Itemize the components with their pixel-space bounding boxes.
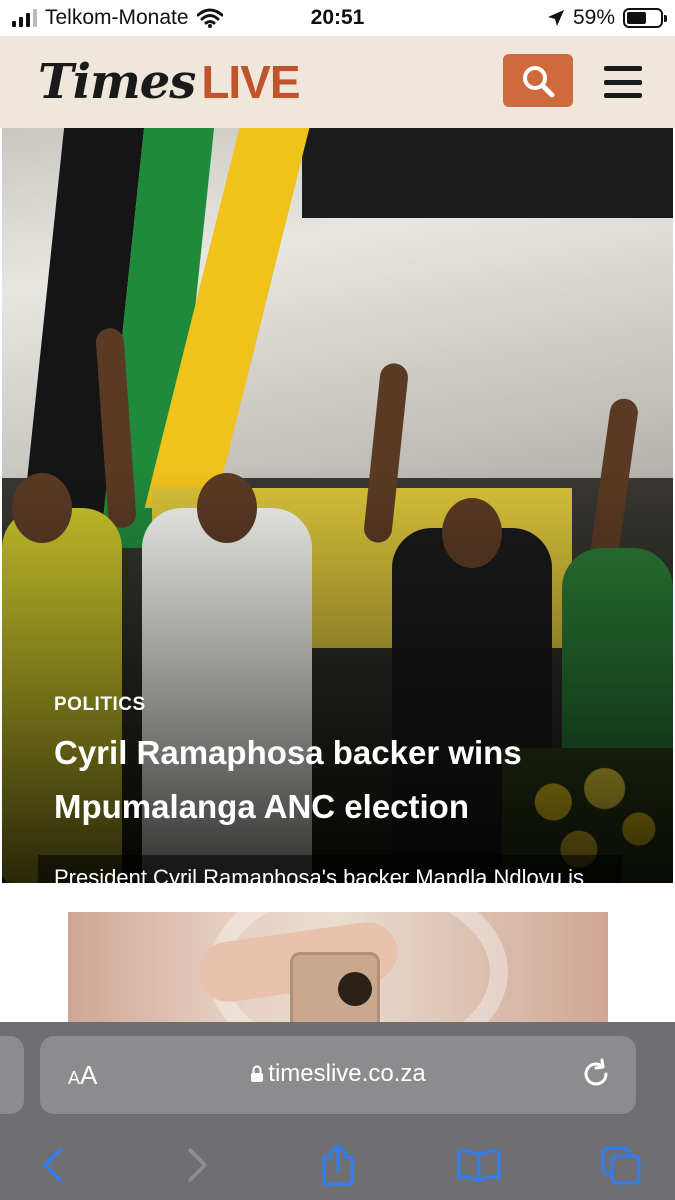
- logo-live-text: LIVE: [201, 56, 300, 108]
- previous-tab-preview[interactable]: [0, 1036, 24, 1114]
- back-arrow-icon: [43, 1148, 62, 1182]
- url-display[interactable]: timeslive.co.za: [40, 1060, 636, 1088]
- bookmarks-button[interactable]: [451, 1140, 507, 1190]
- article-headline[interactable]: Cyril Ramaphosa backer wins Mpumalanga A…: [54, 726, 644, 834]
- logo-times-text: Times: [38, 54, 196, 110]
- location-arrow-icon: [547, 10, 564, 26]
- hamburger-menu-icon[interactable]: [604, 66, 642, 98]
- article-summary: President Cyril Ramaphosa's backer Mandl…: [54, 865, 584, 883]
- share-button[interactable]: [310, 1140, 366, 1190]
- address-bar[interactable]: AA timeslive.co.za: [40, 1036, 636, 1114]
- forward-button[interactable]: [170, 1140, 226, 1190]
- site-header: Times LIVE: [0, 36, 675, 128]
- back-button[interactable]: [24, 1140, 80, 1190]
- tabs-button[interactable]: [593, 1140, 649, 1190]
- bookmarks-icon: [457, 1149, 501, 1183]
- timeslive-logo[interactable]: Times LIVE: [38, 54, 301, 110]
- article-category[interactable]: POLITICS: [54, 694, 146, 716]
- forward-arrow-icon: [188, 1148, 207, 1182]
- article-summary-box: President Cyril Ramaphosa's backer Mandl…: [38, 855, 622, 883]
- share-icon: [322, 1144, 354, 1186]
- url-text: timeslive.co.za: [268, 1060, 426, 1087]
- advertisement-banner[interactable]: [68, 912, 608, 1032]
- tabs-icon: [601, 1146, 641, 1185]
- search-icon: [523, 65, 555, 97]
- status-right: 59%: [547, 6, 667, 30]
- browser-bottom-bar: AA timeslive.co.za: [0, 1022, 675, 1200]
- reload-icon[interactable]: [578, 1056, 614, 1092]
- battery-fill: [627, 12, 646, 24]
- search-button[interactable]: [503, 54, 573, 107]
- battery-icon: [623, 8, 667, 28]
- lock-icon: [251, 1065, 264, 1082]
- browser-toolbar: [0, 1140, 675, 1190]
- status-bar: Telkom-Monate 20:51 59%: [0, 0, 675, 36]
- battery-percent: 59%: [572, 6, 615, 29]
- hero-article[interactable]: POLITICS Cyril Ramaphosa backer wins Mpu…: [2, 128, 673, 883]
